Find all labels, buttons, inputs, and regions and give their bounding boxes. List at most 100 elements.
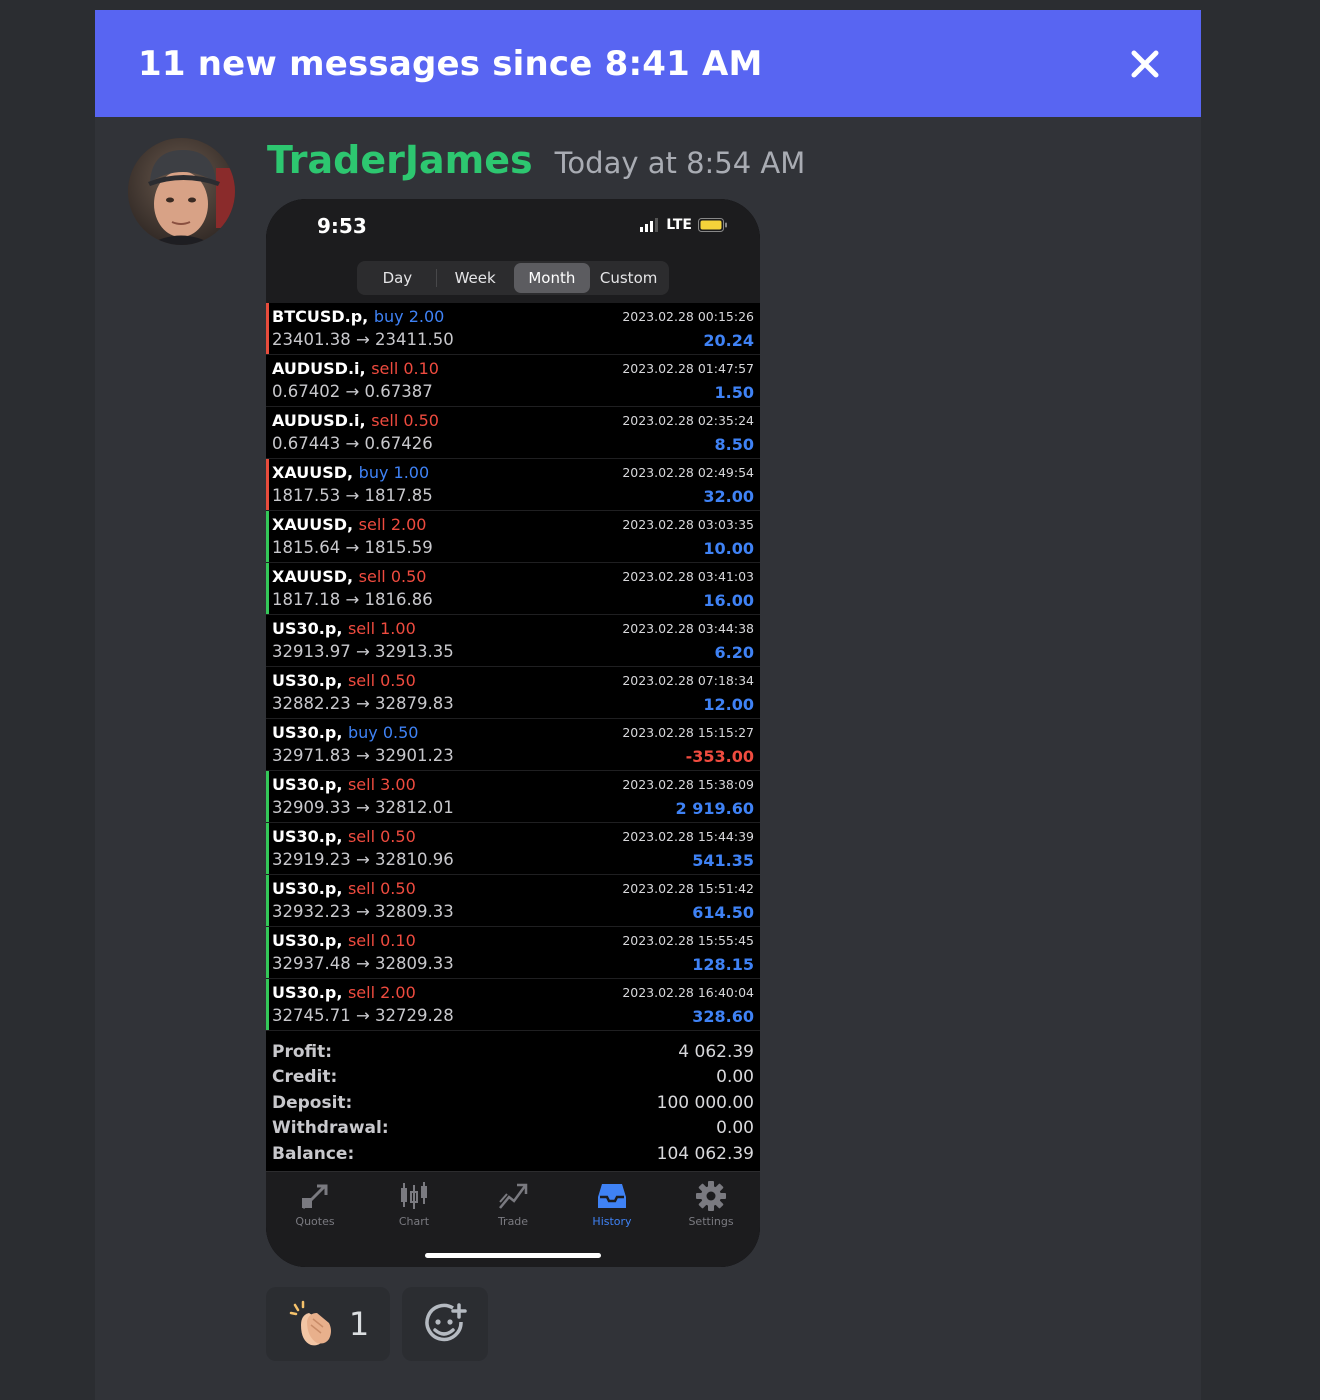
trade-symbol: US30.p, sell 2.00	[272, 983, 416, 1002]
trade-profit: 128.15	[692, 955, 754, 974]
trade-side-lot: sell 0.50	[347, 827, 416, 846]
trade-date: 2023.02.28 07:18:34	[622, 673, 754, 688]
trade-symbol: XAUUSD, sell 0.50	[272, 567, 427, 586]
trade-row[interactable]: AUDUSD.i, sell 0.50 0.67443 → 0.67426 2023…	[266, 407, 760, 459]
trade-date: 2023.02.28 15:38:09	[622, 777, 754, 792]
trade-symbol: US30.p, sell 0.10	[272, 931, 416, 950]
summary-row: Withdrawal: 0.00	[266, 1116, 760, 1142]
tab-trade[interactable]: Trade	[473, 1180, 553, 1228]
trade-date: 2023.02.28 15:51:42	[622, 881, 754, 896]
loss-indicator-bar	[266, 459, 269, 510]
tab-quotes[interactable]: Quotes	[275, 1180, 355, 1228]
segment-month[interactable]: Month	[513, 263, 591, 293]
battery-icon	[698, 218, 727, 232]
trade-prices: 32913.97 → 32913.35	[272, 642, 454, 661]
trade-profit: 2 919.60	[675, 799, 754, 818]
trade-date: 2023.02.28 03:44:38	[622, 621, 754, 636]
add-reaction-button[interactable]	[402, 1287, 488, 1361]
new-messages-text: 11 new messages since 8:41 AM	[138, 43, 763, 84]
trade-profit: 328.60	[692, 1007, 754, 1026]
summary-label: Deposit:	[272, 1092, 353, 1113]
account-summary: Profit: 4 062.39 Credit: 0.00 Deposit: 100 00…	[266, 1039, 760, 1171]
profit-indicator-bar	[266, 511, 269, 562]
trade-row[interactable]: XAUUSD, buy 1.00 1817.53 → 1817.85 2023.02…	[266, 459, 760, 511]
trade-row[interactable]: US30.p, sell 1.00 32913.97 → 32913.35 2023…	[266, 615, 760, 667]
segment-day[interactable]: Day	[359, 263, 436, 293]
tab-settings[interactable]: Settings	[671, 1180, 751, 1228]
network-label: LTE	[666, 217, 692, 233]
trade-profit: 1.50	[714, 383, 754, 402]
summary-label: Balance:	[272, 1143, 355, 1164]
trade-row[interactable]: XAUUSD, sell 0.50 1817.18 → 1816.86 2023.0…	[266, 563, 760, 615]
new-messages-banner[interactable]: 11 new messages since 8:41 AM	[95, 10, 1201, 117]
attached-screenshot[interactable]: 9:53 LTE Day Week Month Custom BTCUSD.p,…	[266, 199, 760, 1267]
summary-row: Credit: 0.00	[266, 1065, 760, 1091]
trade-row[interactable]: US30.p, buy 0.50 32971.83 → 32901.23 2023.…	[266, 719, 760, 771]
trade-profit: 10.00	[703, 539, 754, 558]
trade-date: 2023.02.28 01:47:57	[622, 361, 754, 376]
trade-profit: 541.35	[692, 851, 754, 870]
trade-row[interactable]: AUDUSD.i, sell 0.10 0.67402 → 0.67387 2023…	[266, 355, 760, 407]
profit-indicator-bar	[266, 875, 269, 926]
trade-row[interactable]: US30.p, sell 0.10 32937.48 → 32809.33 2023…	[266, 927, 760, 979]
trade-history-list: BTCUSD.p, buy 2.00 23401.38 → 23411.50 202…	[266, 303, 760, 1031]
trade-side-lot: buy 0.50	[347, 723, 419, 742]
phone-clock: 9:53	[317, 214, 367, 238]
trade-profit: 16.00	[703, 591, 754, 610]
chart-icon	[401, 1182, 427, 1209]
trade-profit: -353.00	[685, 747, 754, 766]
segment-week[interactable]: Week	[437, 263, 514, 293]
tab-history[interactable]: History	[572, 1180, 652, 1228]
reaction-count: 1	[348, 1305, 370, 1343]
summary-row: Balance: 104 062.39	[266, 1141, 760, 1167]
avatar[interactable]	[128, 138, 235, 245]
profit-indicator-bar	[266, 563, 269, 614]
trade-row[interactable]: US30.p, sell 0.50 32932.23 → 32809.33 2023…	[266, 875, 760, 927]
trade-prices: 0.67443 → 0.67426	[272, 434, 433, 453]
tab-chart[interactable]: Chart	[374, 1180, 454, 1228]
summary-value: 100 000.00	[656, 1092, 754, 1113]
trade-symbol: XAUUSD, buy 1.00	[272, 463, 430, 482]
trade-symbol: AUDUSD.i, sell 0.10	[272, 359, 439, 378]
trade-row[interactable]: XAUUSD, sell 2.00 1815.64 → 1815.59 2023.0…	[266, 511, 760, 563]
trade-row[interactable]: US30.p, sell 2.00 32745.71 → 32729.28 2023…	[266, 979, 760, 1031]
trade-icon	[499, 1183, 528, 1209]
quotes-icon	[301, 1184, 328, 1210]
trade-symbol: US30.p, sell 0.50	[272, 827, 416, 846]
trade-row[interactable]: US30.p, sell 0.50 32882.23 → 32879.83 2023…	[266, 667, 760, 719]
close-banner-button[interactable]	[1125, 44, 1165, 84]
summary-value: 104 062.39	[656, 1143, 754, 1164]
trade-side-lot: sell 0.50	[347, 879, 416, 898]
trade-date: 2023.02.28 15:15:27	[622, 725, 754, 740]
clap-reaction[interactable]: 1	[266, 1287, 390, 1361]
clapping-hands-icon	[289, 1300, 331, 1346]
trade-side-lot: sell 2.00	[358, 515, 427, 534]
add-reaction-icon	[425, 1303, 467, 1342]
settings-icon	[696, 1181, 726, 1211]
trade-row[interactable]: US30.p, sell 0.50 32919.23 → 32810.96 2023…	[266, 823, 760, 875]
trade-profit: 8.50	[714, 435, 754, 454]
trade-symbol: BTCUSD.p, buy 2.00	[272, 307, 445, 326]
profit-indicator-bar	[266, 771, 269, 822]
trade-side-lot: sell 1.00	[347, 619, 416, 638]
summary-label: Profit:	[272, 1041, 333, 1062]
summary-value: 0.00	[716, 1118, 754, 1139]
trade-side-lot: sell 0.50	[358, 567, 427, 586]
segment-custom[interactable]: Custom	[590, 263, 667, 293]
chat-area: 11 new messages since 8:41 AM TraderJame…	[95, 10, 1201, 1400]
username[interactable]: TraderJames	[267, 138, 533, 182]
trade-row[interactable]: BTCUSD.p, buy 2.00 23401.38 → 23411.50 202…	[266, 303, 760, 355]
trade-date: 2023.02.28 03:03:35	[622, 517, 754, 532]
trade-prices: 1817.53 → 1817.85	[272, 486, 433, 505]
trade-prices: 32882.23 → 32879.83	[272, 694, 454, 713]
trade-profit: 20.24	[703, 331, 754, 350]
trade-symbol: AUDUSD.i, sell 0.50	[272, 411, 439, 430]
profit-indicator-bar	[266, 823, 269, 874]
home-indicator	[425, 1253, 601, 1258]
trade-row[interactable]: US30.p, sell 3.00 32909.33 → 32812.01 2023…	[266, 771, 760, 823]
summary-value: 4 062.39	[678, 1041, 754, 1062]
trade-date: 2023.02.28 00:15:26	[622, 309, 754, 324]
reactions-bar: 1	[266, 1287, 488, 1361]
trade-profit: 12.00	[703, 695, 754, 714]
message-header: TraderJames Today at 8:54 AM	[267, 138, 805, 182]
